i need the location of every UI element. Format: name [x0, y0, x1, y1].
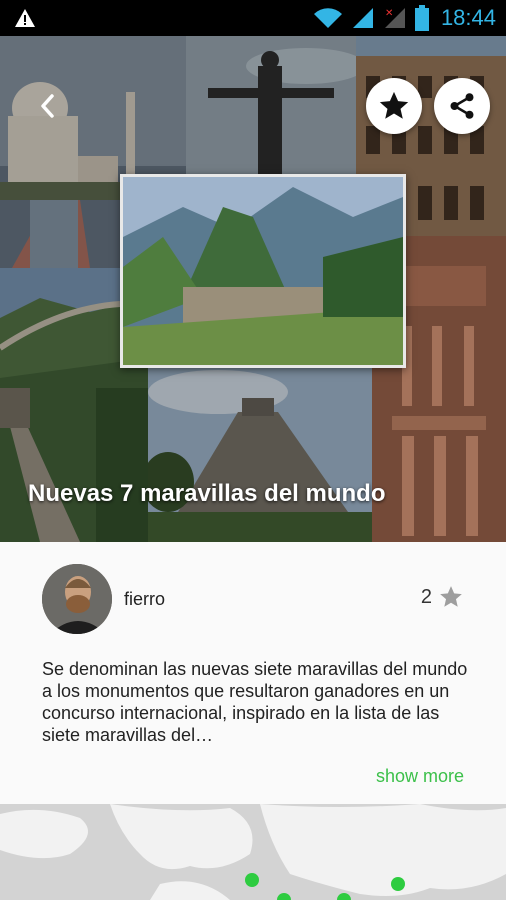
author-avatar[interactable]	[42, 564, 112, 634]
collection-title: Nuevas 7 maravillas del mundo	[28, 480, 386, 507]
show-more-link[interactable]: show more	[376, 766, 464, 787]
status-bar: ✕ 18:44	[0, 0, 506, 36]
location-map[interactable]	[0, 804, 506, 900]
chichen-itza-photo	[148, 362, 372, 542]
stars-count: 2	[420, 585, 432, 608]
no-signal-icon: ✕	[384, 8, 405, 28]
star-icon	[440, 586, 462, 607]
battery-icon	[414, 5, 429, 31]
collection-info-card: fierro 2 Se denominan las nuevas siete m…	[0, 542, 506, 804]
map-marker	[245, 873, 259, 887]
wifi-icon	[313, 8, 342, 28]
star-rating[interactable]: 2	[421, 584, 464, 610]
author-name[interactable]: fierro	[124, 589, 165, 610]
favorite-button[interactable]	[366, 78, 422, 134]
machu-picchu-photo	[120, 174, 406, 368]
star-icon	[379, 91, 409, 119]
svg-text:✕: ✕	[385, 8, 393, 19]
share-button[interactable]	[434, 78, 490, 134]
status-time: 18:44	[440, 5, 496, 30]
share-icon	[450, 93, 474, 119]
map-marker	[391, 877, 405, 891]
back-button[interactable]	[30, 88, 66, 124]
chevron-left-icon	[41, 94, 54, 118]
signal-icon	[352, 8, 373, 28]
christ-redeemer-photo	[186, 36, 356, 176]
warning-icon	[15, 9, 35, 27]
collection-description: Se denominan las nuevas siete maravillas…	[42, 659, 468, 745]
hero-collage: Nuevas 7 maravillas del mundo	[0, 36, 506, 542]
